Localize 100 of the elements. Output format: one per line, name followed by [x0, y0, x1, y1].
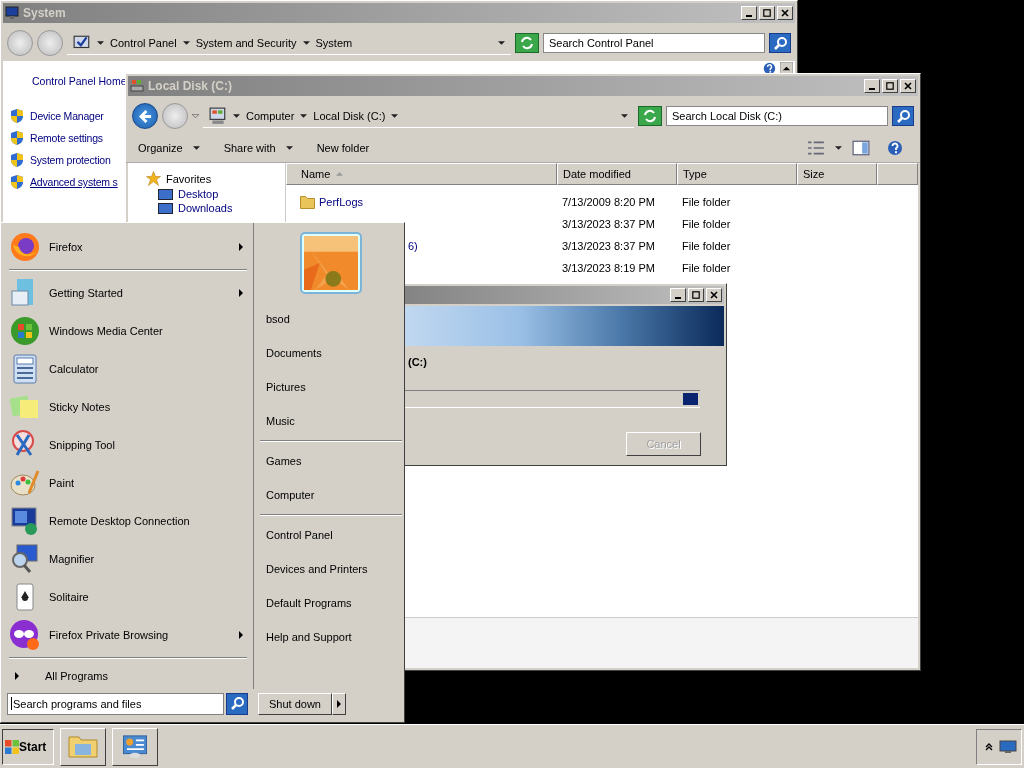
history-caret-icon[interactable] [192, 114, 199, 118]
program-item[interactable]: Solitaire [7, 578, 253, 616]
browser-icon [9, 231, 41, 263]
search-placeholder: Search Control Panel [549, 37, 654, 49]
program-item[interactable]: Paint [7, 464, 253, 502]
address-bar[interactable]: Computer Local Disk (C:) [203, 104, 634, 128]
home-link[interactable]: Control Panel Home [11, 75, 127, 87]
program-item[interactable]: Windows Media Center [7, 312, 253, 350]
caret-icon[interactable] [835, 146, 842, 150]
maximize-icon [763, 9, 771, 17]
start-button[interactable]: Start [2, 728, 54, 765]
nav-item[interactable]: Downloads [178, 202, 233, 214]
shut-down-button[interactable]: Shut down [258, 692, 332, 715]
breadcrumb-item[interactable]: Local Disk (C:) [313, 109, 386, 122]
refresh-button[interactable] [515, 33, 539, 53]
caret-icon [285, 146, 293, 150]
user-picture-frame[interactable] [300, 232, 362, 294]
monitor-icon [5, 6, 19, 20]
program-item[interactable]: Getting Started [7, 274, 253, 312]
control-panel-taskbar-button[interactable] [112, 727, 158, 766]
place-item[interactable]: Games [258, 444, 404, 478]
program-item[interactable]: Firefox [7, 228, 253, 266]
file-name[interactable]: 6) [408, 240, 418, 252]
arrow-icon [337, 699, 341, 708]
place-item[interactable]: Control Panel [258, 518, 404, 552]
task-link[interactable]: Remote settings [30, 132, 103, 144]
task-link[interactable]: System protection [30, 154, 111, 166]
program-item[interactable]: Remote Desktop Connection [7, 502, 253, 540]
preview-pane-icon[interactable] [852, 140, 870, 156]
search-button[interactable] [892, 106, 914, 126]
search-field[interactable]: Search programs and files [7, 692, 224, 715]
place-item[interactable]: Help and Support [258, 620, 404, 654]
submenu-arrow-icon [239, 243, 243, 251]
caret-icon [192, 146, 200, 150]
place-item[interactable]: Music [258, 404, 404, 438]
caret-icon[interactable] [391, 113, 399, 118]
shield-icon [11, 109, 23, 123]
search-button[interactable] [226, 692, 248, 715]
minimize-icon [869, 88, 875, 90]
toolbar-button[interactable]: Organize [132, 139, 206, 157]
search-button[interactable] [769, 33, 791, 53]
program-item[interactable]: Firefox Private Browsing [7, 616, 253, 654]
type-cell: File folder [682, 240, 731, 252]
place-item[interactable]: Default Programs [258, 586, 404, 620]
explorer-taskbar-button[interactable] [60, 727, 106, 766]
caret-icon[interactable] [233, 113, 240, 118]
breadcrumb-item[interactable]: Control Panel [110, 36, 177, 49]
caret-icon[interactable] [182, 40, 190, 45]
shield-icon [11, 175, 23, 189]
show-hidden-icons-icon[interactable] [985, 742, 993, 751]
caret-icon[interactable] [498, 40, 505, 45]
folder-icon [68, 734, 98, 759]
caret-icon[interactable] [300, 113, 308, 118]
back-arrow-icon [138, 109, 152, 123]
search-field[interactable]: Search Control Panel [543, 33, 765, 53]
date-cell: 3/13/2023 8:37 PM [562, 218, 655, 230]
toolbar-button[interactable]: Share with [217, 139, 299, 157]
breadcrumb-item[interactable]: System and Security [195, 36, 297, 49]
place-item[interactable]: bsod [258, 302, 404, 336]
all-programs-item[interactable]: All Programs [7, 663, 253, 689]
place-item[interactable]: Devices and Printers [258, 552, 404, 586]
program-item[interactable]: Calculator [7, 350, 253, 388]
minimize-icon [675, 297, 681, 299]
refresh-button[interactable] [638, 106, 662, 126]
magnifier-icon [9, 543, 41, 575]
caret-icon[interactable] [97, 40, 104, 45]
column-header[interactable]: Size [797, 163, 877, 185]
back-button[interactable] [132, 103, 158, 129]
nav-heading[interactable]: Favorites [166, 172, 212, 185]
view-options-icon[interactable] [807, 140, 825, 156]
network-icon[interactable] [999, 739, 1017, 754]
dialog-text: (C:) [407, 355, 427, 368]
place-item[interactable]: Pictures [258, 370, 404, 404]
folder-icon [300, 195, 315, 209]
program-item[interactable]: Sticky Notes [7, 388, 253, 426]
program-item[interactable]: Magnifier [7, 540, 253, 578]
column-header[interactable]: Name [286, 163, 557, 185]
control-panel-icon [120, 734, 150, 759]
column-header[interactable]: Date modified [557, 163, 677, 185]
date-cell: 3/13/2023 8:37 PM [562, 240, 655, 252]
program-item[interactable]: Snipping Tool [7, 426, 253, 464]
nav-item[interactable]: Desktop [178, 188, 219, 200]
breadcrumb-item[interactable]: Computer [246, 109, 295, 122]
caret-icon[interactable] [621, 113, 628, 118]
submenu-arrow-icon [239, 289, 243, 297]
place-item[interactable]: Computer [258, 478, 404, 512]
task-link[interactable]: Advanced system s [30, 176, 118, 188]
search-field[interactable]: Search Local Disk (C:) [666, 106, 888, 126]
task-link[interactable]: Device Manager [30, 110, 104, 122]
shield-icon [11, 153, 23, 167]
toolbar-button[interactable]: New folder [310, 139, 376, 157]
breadcrumb-item[interactable]: System [315, 36, 353, 49]
file-name[interactable]: PerfLogs [319, 196, 364, 208]
column-header[interactable]: Type [677, 163, 797, 185]
type-cell: File folder [682, 196, 731, 208]
refresh-icon [521, 36, 533, 50]
caret-icon[interactable] [302, 40, 310, 45]
type-cell: File folder [682, 218, 731, 230]
help-icon[interactable] [886, 140, 904, 156]
place-item[interactable]: Documents [258, 336, 404, 370]
